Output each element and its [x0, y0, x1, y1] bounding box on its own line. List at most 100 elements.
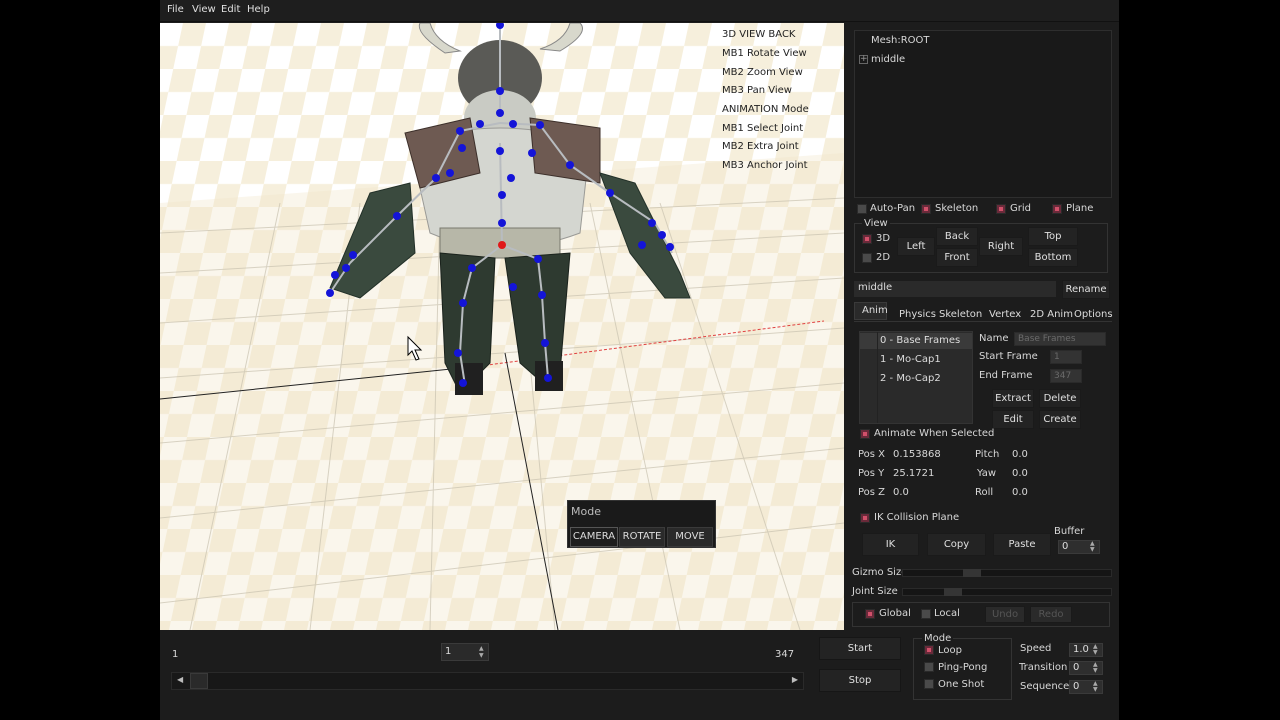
roll-value[interactable]: 0.0: [1012, 487, 1028, 498]
start-frame-field[interactable]: 1: [1050, 350, 1082, 364]
ik-button[interactable]: IK: [862, 533, 919, 556]
timeline-end-label: 347: [775, 649, 795, 660]
view-info-line: ANIMATION Mode: [722, 104, 809, 115]
front-view-button[interactable]: Front: [936, 248, 978, 267]
3d-checkbox[interactable]: [862, 234, 872, 244]
sequence-label: Sequence: [1020, 681, 1070, 692]
one-shot-checkbox[interactable]: [924, 679, 934, 689]
timeline-thumb[interactable]: [190, 673, 208, 689]
bottom-view-button[interactable]: Bottom: [1028, 248, 1078, 267]
pos-y-label: Pos Y: [858, 468, 885, 479]
anim-name-field[interactable]: Base Frames: [1014, 332, 1106, 346]
menu-help[interactable]: Help: [247, 4, 270, 15]
move-mode-button[interactable]: MOVE: [667, 527, 713, 547]
rename-button[interactable]: Rename: [1062, 280, 1110, 299]
spin-down-icon[interactable]: ▼: [479, 653, 487, 659]
pos-z-label: Pos Z: [858, 487, 886, 498]
pitch-value[interactable]: 0.0: [1012, 449, 1028, 460]
top-view-button[interactable]: Top: [1028, 227, 1078, 246]
end-frame-field[interactable]: 347: [1050, 369, 1082, 383]
spin-down-icon[interactable]: ▼: [1093, 650, 1101, 656]
list-item[interactable]: 1 - Mo-Cap1: [880, 354, 941, 365]
copy-button[interactable]: Copy: [927, 533, 986, 556]
gizmo-size-slider[interactable]: [902, 569, 1112, 577]
view-info-line: MB2 Zoom View: [722, 67, 803, 78]
ping-pong-checkbox[interactable]: [924, 662, 934, 672]
right-view-button[interactable]: Right: [979, 237, 1023, 256]
menu-bar: File View Edit Help: [160, 0, 1119, 22]
menu-file[interactable]: File: [167, 4, 184, 15]
transition-spinner[interactable]: 0 ▲ ▼: [1069, 661, 1103, 675]
tab-skeleton[interactable]: Skeleton: [939, 309, 982, 320]
plane-label: Plane: [1066, 203, 1094, 214]
pos-z-value[interactable]: 0.0: [893, 487, 909, 498]
animate-when-selected-label: Animate When Selected: [874, 428, 995, 439]
list-item[interactable]: 0 - Base Frames: [880, 335, 960, 346]
rotate-mode-button[interactable]: ROTATE: [619, 527, 665, 547]
pos-x-label: Pos X: [858, 449, 886, 460]
selected-joint[interactable]: [498, 241, 506, 249]
left-view-button[interactable]: Left: [897, 237, 935, 256]
tab-options[interactable]: Options: [1074, 309, 1113, 320]
joint-size-slider[interactable]: [902, 588, 1112, 596]
timeline-bar: 1 1 ▲ ▼ 347 ◀ ▶ Start Stop Mode Loop Pin…: [160, 630, 1119, 720]
stop-button[interactable]: Stop: [819, 669, 901, 692]
view-info-line: MB1 Select Joint: [722, 123, 804, 134]
scene-tree[interactable]: Mesh:ROOT + middle: [854, 30, 1112, 198]
app-window: File View Edit Help 3D VIEW BACK MB1 Rot…: [160, 0, 1119, 720]
current-frame-spinner[interactable]: 1 ▲ ▼: [441, 643, 489, 661]
create-button[interactable]: Create: [1039, 410, 1081, 429]
properties-panel: Mesh:ROOT + middle Auto-Pan Skeleton Gri…: [848, 23, 1119, 630]
plane-checkbox[interactable]: [1052, 204, 1062, 214]
spin-down-icon[interactable]: ▼: [1093, 668, 1101, 674]
current-frame-value: 1: [445, 646, 452, 657]
spin-down-icon[interactable]: ▼: [1090, 547, 1098, 553]
buffer-value: 0: [1062, 541, 1069, 552]
tab-2d-anim[interactable]: 2D Anim: [1030, 309, 1073, 320]
2d-checkbox[interactable]: [862, 253, 872, 263]
local-checkbox[interactable]: [921, 609, 931, 619]
spin-down-icon[interactable]: ▼: [1093, 687, 1101, 693]
undo-button[interactable]: Undo: [985, 606, 1025, 623]
back-view-button[interactable]: Back: [936, 227, 978, 246]
yaw-value[interactable]: 0.0: [1012, 468, 1028, 479]
transition-label: Transition: [1019, 662, 1068, 673]
scroll-left-icon[interactable]: ◀: [177, 675, 183, 684]
expand-icon[interactable]: +: [859, 55, 868, 64]
scroll-right-icon[interactable]: ▶: [792, 675, 798, 684]
menu-view[interactable]: View: [192, 4, 216, 15]
tab-anim[interactable]: Anim: [862, 305, 888, 316]
grid-label: Grid: [1010, 203, 1031, 214]
global-checkbox[interactable]: [865, 609, 875, 619]
tab-vertex[interactable]: Vertex: [989, 309, 1021, 320]
auto-pan-checkbox[interactable]: [857, 204, 867, 214]
slider-thumb[interactable]: [944, 588, 962, 596]
pos-x-value[interactable]: 0.153868: [893, 449, 941, 460]
pos-y-value[interactable]: 25.1721: [893, 468, 934, 479]
paste-button[interactable]: Paste: [993, 533, 1051, 556]
animate-when-selected-checkbox[interactable]: [860, 429, 870, 439]
joint-name-field[interactable]: middle: [854, 281, 1056, 297]
3d-viewport[interactable]: 3D VIEW BACK MB1 Rotate View MB2 Zoom Vi…: [160, 23, 844, 630]
menu-edit[interactable]: Edit: [221, 4, 240, 15]
edit-button[interactable]: Edit: [992, 410, 1034, 429]
tree-root-node[interactable]: Mesh:ROOT: [871, 35, 930, 46]
skeleton-checkbox[interactable]: [921, 204, 931, 214]
speed-spinner[interactable]: 1.0 ▲ ▼: [1069, 643, 1103, 657]
redo-button[interactable]: Redo: [1030, 606, 1072, 623]
speed-label: Speed: [1020, 643, 1052, 654]
start-button[interactable]: Start: [819, 637, 901, 660]
slider-thumb[interactable]: [963, 569, 981, 577]
tree-node-middle[interactable]: middle: [871, 54, 905, 65]
tab-physics[interactable]: Physics: [899, 309, 936, 320]
list-item[interactable]: 2 - Mo-Cap2: [880, 373, 941, 384]
grid-checkbox[interactable]: [996, 204, 1006, 214]
camera-mode-button[interactable]: CAMERA: [570, 527, 618, 547]
loop-checkbox[interactable]: [924, 645, 934, 655]
timeline-scrubber[interactable]: ◀ ▶: [171, 672, 804, 690]
sequence-spinner[interactable]: 0 ▲ ▼: [1069, 680, 1103, 694]
ik-collision-checkbox[interactable]: [860, 513, 870, 523]
extract-button[interactable]: Extract: [992, 389, 1034, 408]
buffer-spinner[interactable]: 0 ▲ ▼: [1058, 540, 1100, 554]
delete-button[interactable]: Delete: [1039, 389, 1081, 408]
